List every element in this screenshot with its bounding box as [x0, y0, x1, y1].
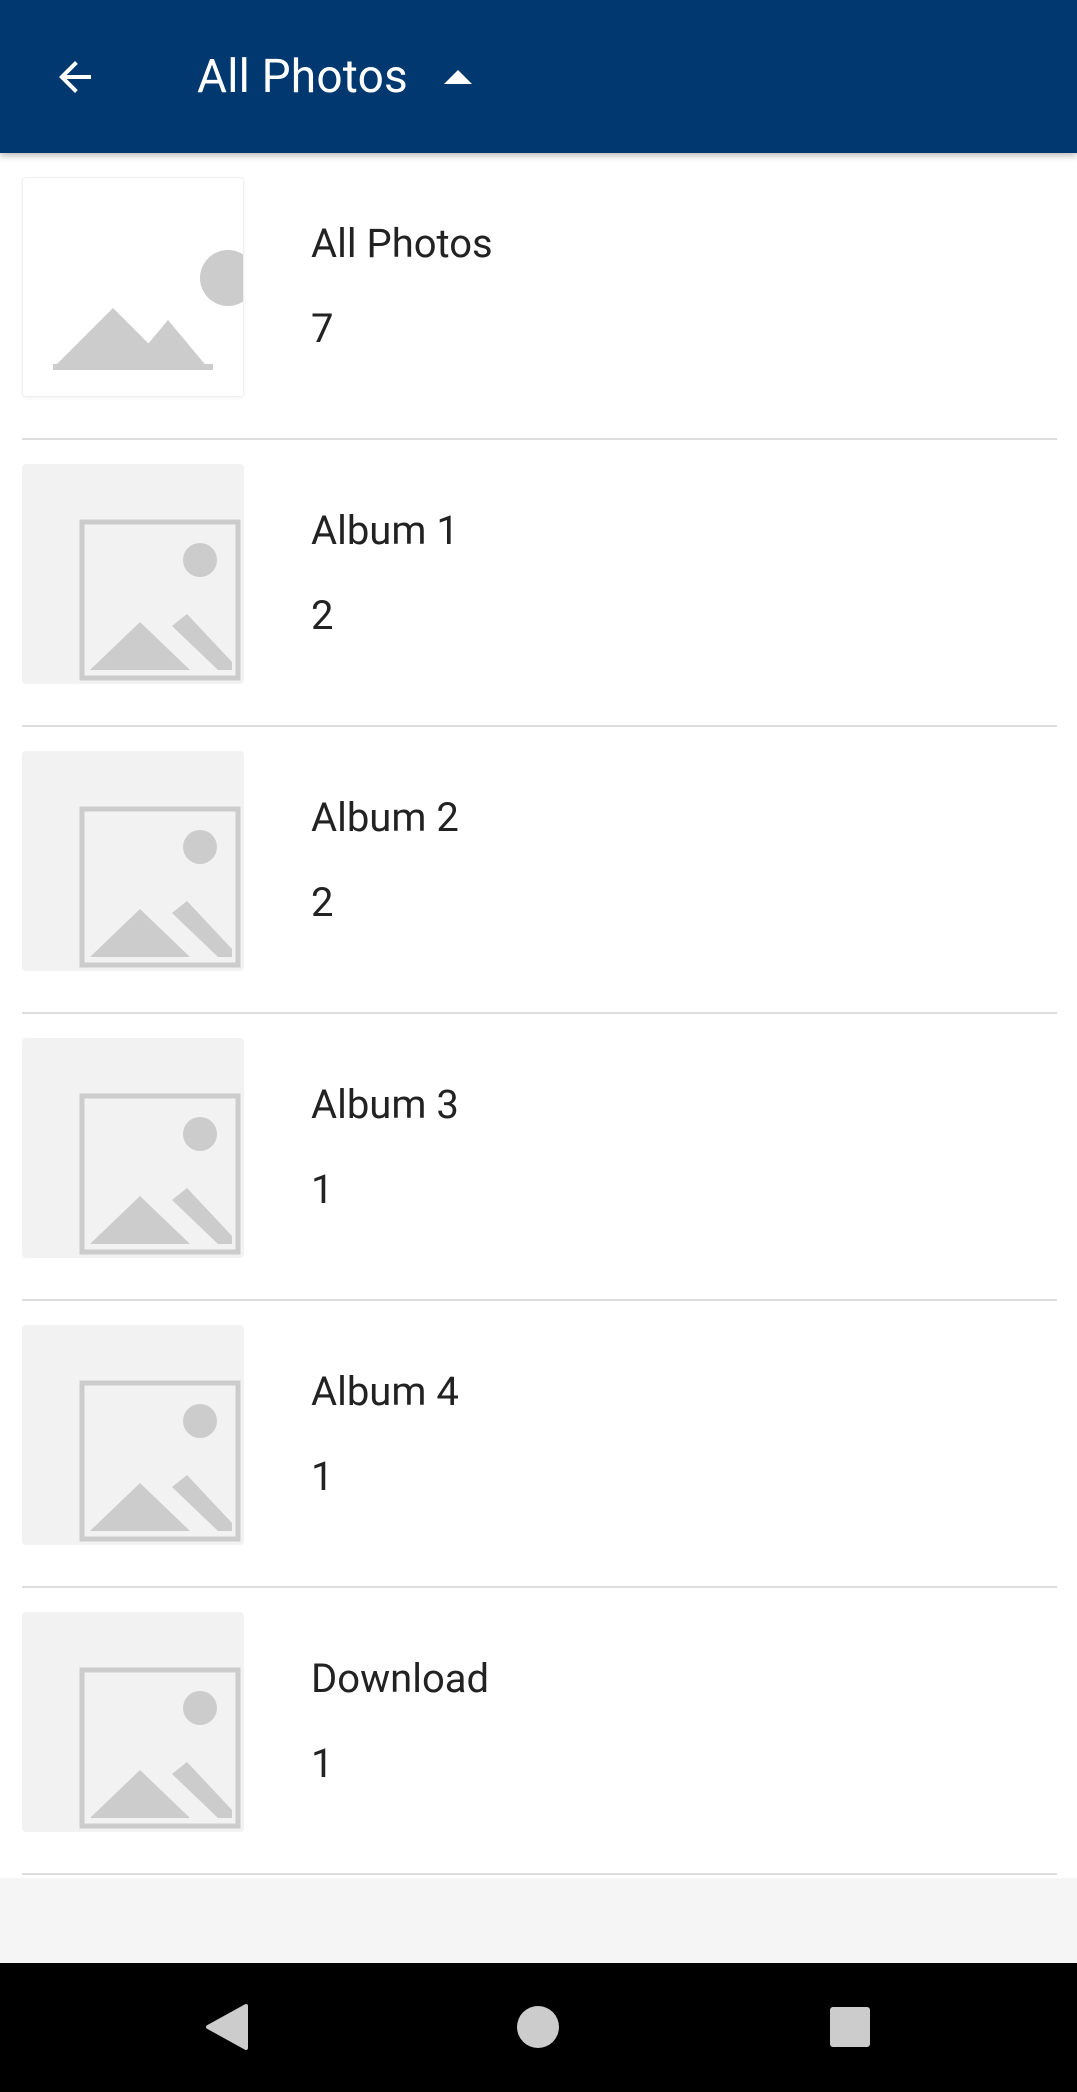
album-photo-count: 7: [311, 305, 334, 352]
arrow-back-icon: [59, 61, 91, 93]
top-app-bar: All Photos: [0, 0, 1077, 153]
album-row-download[interactable]: Download 1: [0, 1588, 1077, 1875]
divider: [22, 1873, 1057, 1875]
album-photo-count: 1: [311, 1740, 334, 1787]
landscape-placeholder-icon: [53, 250, 243, 370]
album-row-all-photos[interactable]: All Photos 7: [0, 153, 1077, 440]
album-row-album-3[interactable]: Album 3 1: [0, 1014, 1077, 1301]
image-placeholder-icon: [79, 1380, 241, 1542]
nav-home-circle-icon: [517, 2006, 559, 2048]
album-name: Download: [311, 1655, 490, 1702]
image-placeholder-icon: [79, 1667, 241, 1829]
album-picker-screen: All Photos All Photos 7 Album 1 2 Album …: [0, 0, 1077, 2092]
album-name: Album 2: [311, 794, 459, 841]
album-name: Album 4: [311, 1368, 459, 1415]
album-photo-count: 1: [311, 1166, 334, 1213]
page-title: All Photos: [197, 50, 408, 104]
system-recents-button[interactable]: [810, 1987, 890, 2067]
album-photo-count: 2: [311, 879, 334, 926]
album-name: Album 1: [311, 507, 459, 554]
album-thumbnail: [22, 1612, 244, 1832]
system-back-button[interactable]: [186, 1987, 266, 2067]
album-thumbnail: [22, 1325, 244, 1545]
image-placeholder-icon: [79, 1093, 241, 1255]
album-thumbnail: [22, 751, 244, 971]
nav-recents-square-icon: [830, 2007, 870, 2047]
album-photo-count: 1: [311, 1453, 334, 1500]
back-button[interactable]: [34, 36, 116, 118]
empty-area: [0, 1878, 1077, 1963]
system-navigation-bar: [0, 1963, 1077, 2092]
album-thumbnail: [22, 177, 244, 397]
album-dropdown-toggle[interactable]: All Photos: [197, 42, 472, 112]
album-thumbnail: [22, 464, 244, 684]
album-row-album-2[interactable]: Album 2 2: [0, 727, 1077, 1014]
album-name: All Photos: [311, 220, 493, 267]
album-name: Album 3: [311, 1081, 459, 1128]
image-placeholder-icon: [79, 519, 241, 681]
album-list: All Photos 7 Album 1 2 Album 2 2 Album 3…: [0, 153, 1077, 1878]
image-placeholder-icon: [79, 806, 241, 968]
system-home-button[interactable]: [498, 1987, 578, 2067]
album-row-album-1[interactable]: Album 1 2: [0, 440, 1077, 727]
caret-up-icon: [443, 70, 472, 84]
album-row-album-4[interactable]: Album 4 1: [0, 1301, 1077, 1588]
album-photo-count: 2: [311, 592, 334, 639]
nav-back-triangle-icon: [206, 2004, 248, 2050]
album-thumbnail: [22, 1038, 244, 1258]
